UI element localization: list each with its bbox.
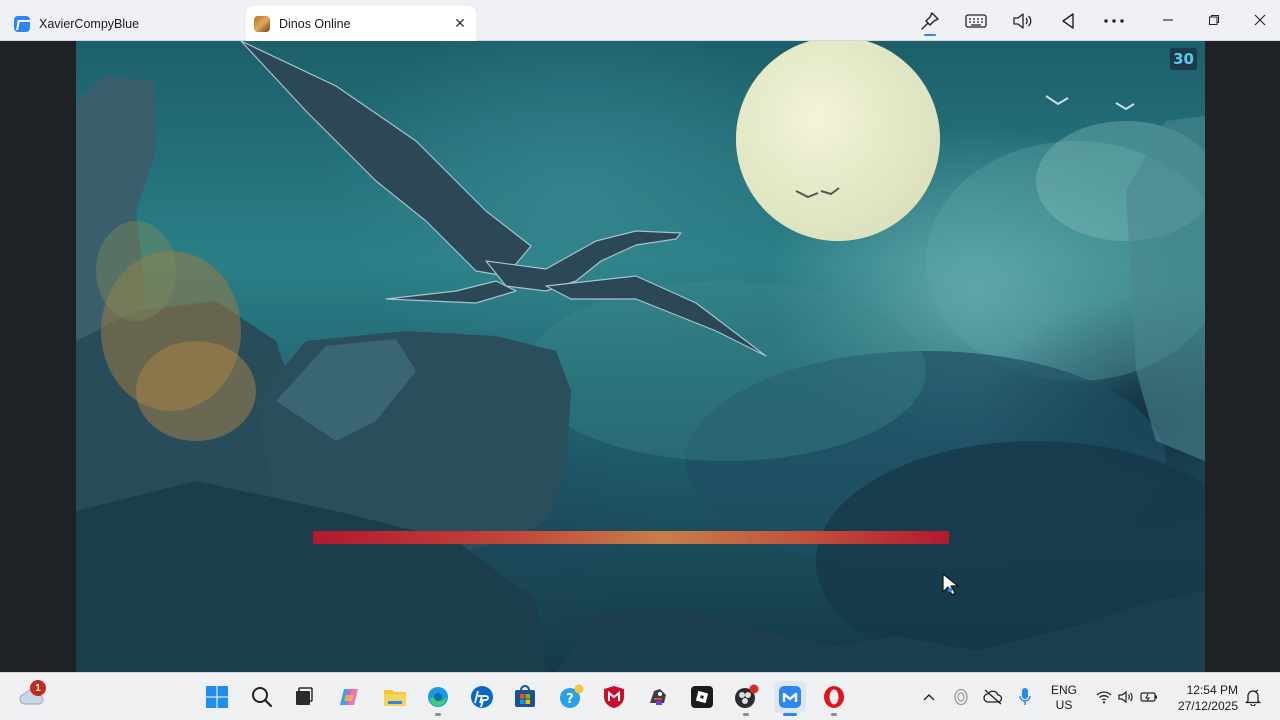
loading-progress-bar (313, 531, 949, 544)
app-logo-icon (14, 15, 30, 32)
pin-button[interactable] (914, 6, 946, 36)
roblox-button[interactable] (686, 681, 718, 713)
taskbar: 1 ? ENG US 12:54 PM 27/12/2025 (0, 672, 1280, 720)
app-title-tab[interactable]: XavierCompyBlue (14, 6, 244, 41)
microsoft-store-button[interactable] (509, 681, 541, 713)
task-view-icon (296, 687, 313, 705)
mcafee-shield-icon (604, 686, 624, 708)
notification-badge: 1 (30, 680, 46, 696)
edge-browser-button[interactable] (422, 681, 454, 716)
more-options-button[interactable] (1098, 6, 1130, 36)
svg-text:?: ? (566, 692, 574, 707)
restore-button[interactable] (1191, 0, 1237, 40)
background-artwork (76, 41, 1205, 672)
running-indicator (435, 713, 441, 716)
battery-charging-icon (1140, 692, 1157, 702)
task-view-button[interactable] (288, 681, 320, 713)
opera-icon (824, 686, 844, 708)
help-bubble-icon: ? (560, 684, 584, 708)
tray-app-icon (954, 688, 968, 706)
language-indicator[interactable]: ENG US (1044, 683, 1084, 713)
tray-app-button[interactable] (946, 681, 976, 713)
close-window-button[interactable] (1237, 0, 1280, 40)
keyboard-icon (965, 14, 987, 28)
wifi-icon (1096, 691, 1112, 704)
mouse-cursor-icon (942, 573, 959, 596)
running-indicator (743, 713, 749, 716)
clock-date: 27/12/2025 (1177, 699, 1238, 713)
search-icon (252, 687, 273, 708)
close-tab-button[interactable]: ✕ (452, 15, 468, 31)
pterodactyl-shape (240, 41, 767, 357)
wifi-off-indicator[interactable] (978, 681, 1008, 713)
title-bar: XavierCompyBlue Dinos Online ✕ (0, 0, 1280, 41)
copilot-button[interactable] (334, 681, 366, 713)
keyboard-button[interactable] (960, 6, 992, 36)
dinos-favicon-icon (254, 15, 270, 32)
keyboard-region: US (1055, 698, 1073, 712)
store-icon (515, 685, 535, 707)
app-logo-icon (779, 686, 801, 708)
microphone-button[interactable] (1010, 681, 1040, 713)
back-triangle-icon (1062, 13, 1074, 29)
bell-icon (1245, 689, 1261, 706)
active-indicator (783, 713, 797, 716)
app-title-label: XavierCompyBlue (39, 16, 140, 31)
more-dots-icon (1104, 19, 1124, 23)
get-help-button[interactable]: ? (555, 681, 587, 713)
show-hidden-icons-button[interactable] (914, 681, 944, 713)
xaviercompyblue-app-button[interactable] (774, 681, 806, 716)
cloud-off-icon (983, 689, 1003, 705)
obs-studio-button[interactable] (730, 681, 762, 716)
minimize-button[interactable] (1145, 0, 1191, 40)
tab-label: Dinos Online (279, 16, 351, 31)
start-button[interactable] (201, 681, 233, 713)
pin-active-indicator (924, 34, 936, 36)
edge-icon (428, 687, 448, 707)
language-code: ENG (1050, 683, 1077, 697)
game-canvas[interactable]: 30 (76, 41, 1205, 672)
file-explorer-button[interactable] (379, 681, 411, 713)
back-button[interactable] (1052, 6, 1084, 36)
speaker-icon (1013, 13, 1032, 29)
running-indicator (831, 713, 837, 716)
copilot-icon (340, 689, 358, 705)
windows-logo-icon (206, 686, 228, 708)
fps-counter: 30 (1170, 48, 1197, 70)
search-button[interactable] (246, 681, 278, 713)
microphone-icon (1019, 688, 1031, 705)
tab-dinos-online[interactable]: Dinos Online ✕ (246, 6, 476, 41)
obs-icon (735, 684, 759, 708)
notifications-button[interactable] (1240, 681, 1266, 713)
volume-button[interactable] (1006, 6, 1038, 36)
game-app-button[interactable] (642, 681, 674, 713)
pin-icon (921, 12, 939, 30)
folder-icon (384, 690, 406, 706)
roblox-icon (691, 686, 713, 708)
quick-settings-button[interactable] (1092, 681, 1162, 713)
hp-app-button[interactable] (466, 681, 498, 713)
close-icon (1254, 14, 1266, 26)
restore-icon (1209, 15, 1219, 25)
minimize-icon (1163, 19, 1173, 21)
hp-logo-icon (471, 686, 493, 708)
speaker-icon (1118, 690, 1133, 704)
clock-time: 12:54 PM (1186, 683, 1238, 697)
bird-app-icon (650, 689, 666, 705)
opera-button[interactable] (818, 681, 850, 716)
mcafee-button[interactable] (598, 681, 630, 713)
clock[interactable]: 12:54 PM 27/12/2025 (1178, 682, 1238, 714)
chevron-up-icon (923, 694, 935, 701)
